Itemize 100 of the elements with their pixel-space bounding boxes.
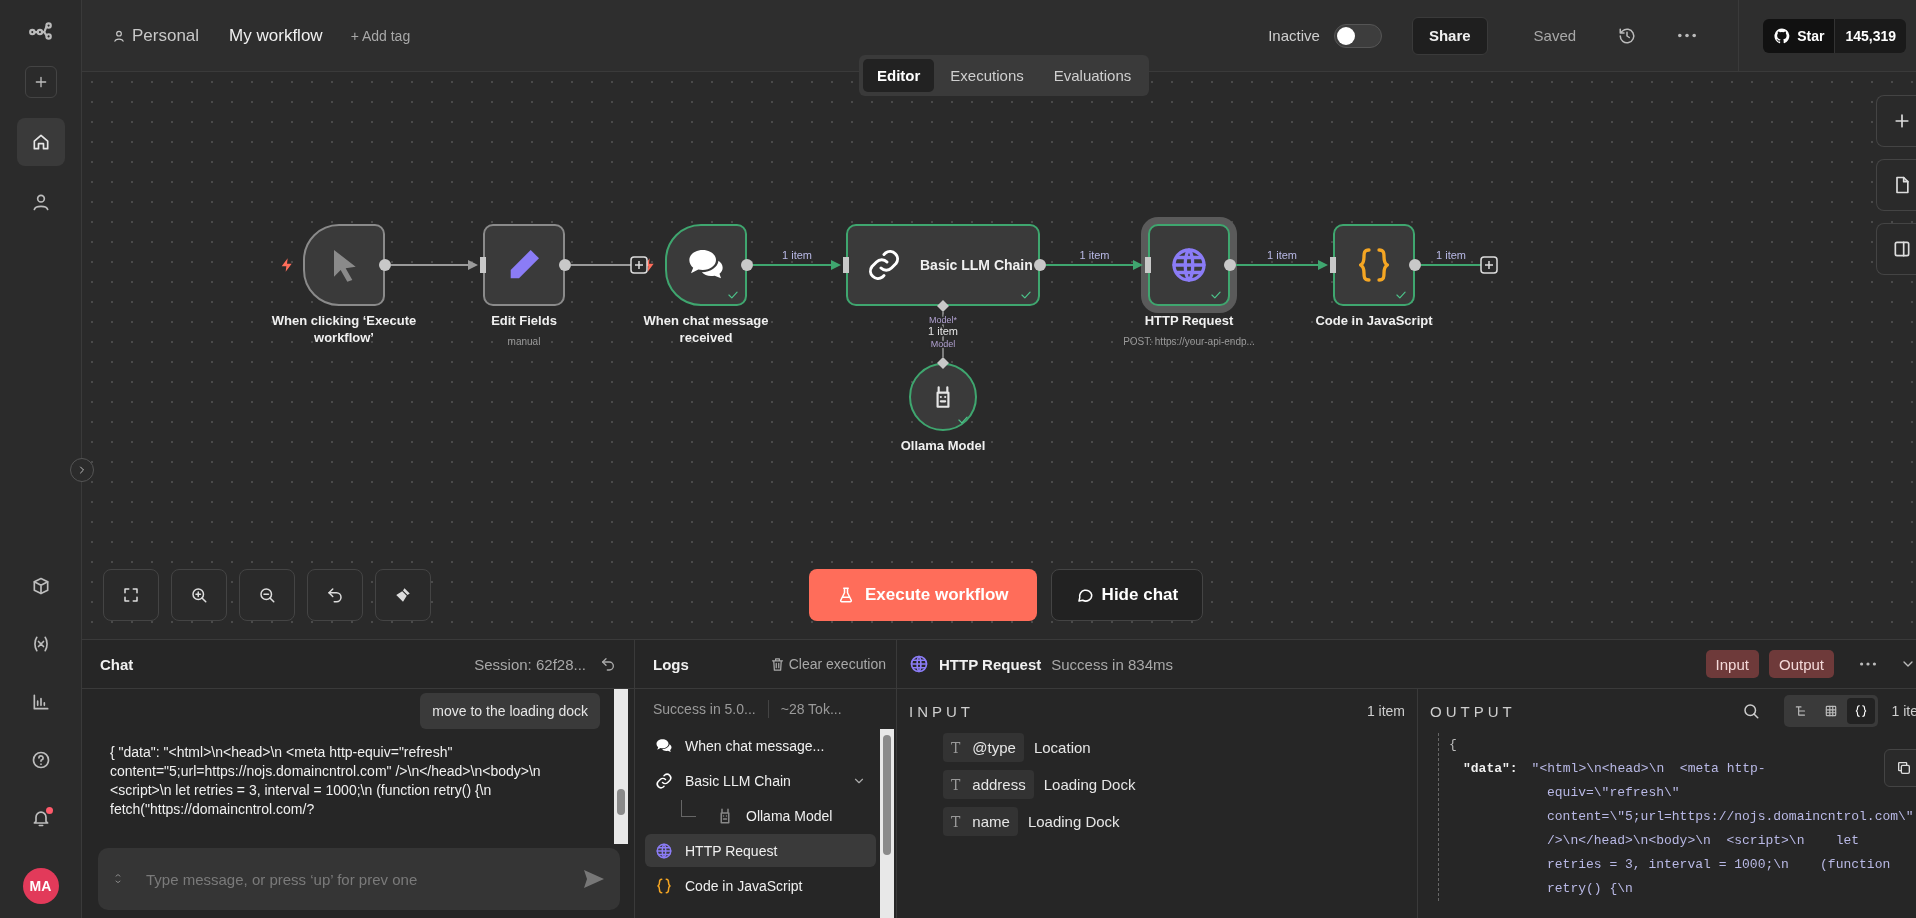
home-button[interactable] bbox=[16, 118, 65, 166]
edge-label: 1 item bbox=[1079, 249, 1110, 261]
workflow-name[interactable]: My workflow bbox=[229, 25, 323, 46]
connection-line bbox=[1420, 264, 1482, 266]
search-button[interactable] bbox=[1741, 702, 1760, 720]
output-port[interactable] bbox=[741, 259, 753, 271]
field-key[interactable]: T address bbox=[943, 770, 1034, 799]
sticky-note-button[interactable] bbox=[1876, 159, 1916, 211]
share-button[interactable]: Share bbox=[1411, 16, 1488, 55]
link-icon bbox=[866, 247, 902, 283]
session-id: Session: 62f28... bbox=[474, 655, 586, 673]
github-icon bbox=[1773, 26, 1792, 45]
view-tab[interactable]: Editor bbox=[863, 59, 935, 92]
field-value: Loading Dock bbox=[1043, 776, 1136, 793]
side-panel-button[interactable] bbox=[1876, 223, 1916, 275]
node-label: When clicking ‘Execute workflow’ bbox=[270, 313, 418, 347]
workflow-node[interactable] bbox=[1333, 224, 1415, 306]
node-title: Basic LLM Chain bbox=[920, 257, 1033, 273]
node-label: Edit Fields bbox=[490, 313, 558, 330]
input-port[interactable] bbox=[1330, 257, 1336, 273]
panel-title: Chat bbox=[100, 655, 134, 673]
search-icon bbox=[1741, 702, 1760, 720]
clear-execution-button[interactable]: Clear execution bbox=[769, 656, 886, 672]
scrollbar[interactable] bbox=[614, 689, 628, 844]
add-node-button[interactable] bbox=[1876, 95, 1916, 147]
star-count: 145,319 bbox=[1834, 18, 1906, 53]
section-heading: OUTPUT bbox=[1430, 702, 1516, 720]
json-value: retry() {\n bbox=[1546, 880, 1634, 898]
edge-label: Model bbox=[930, 339, 956, 349]
clear-button[interactable] bbox=[375, 569, 431, 621]
workflow-node[interactable] bbox=[665, 224, 747, 306]
hide-chat-button[interactable]: Hide chat bbox=[1050, 569, 1204, 621]
view-tab[interactable]: Evaluations bbox=[1039, 59, 1146, 92]
user-message: move to the loading dock bbox=[420, 693, 600, 729]
output-port[interactable] bbox=[1034, 259, 1046, 271]
braces-icon bbox=[655, 876, 673, 895]
mode-button[interactable]: Output bbox=[1768, 650, 1834, 678]
log-entry[interactable]: HTTP Request bbox=[645, 834, 876, 867]
output-port[interactable] bbox=[1409, 259, 1421, 271]
more-button[interactable] bbox=[1860, 662, 1876, 666]
undo-icon bbox=[326, 586, 344, 604]
json-value: content=\"5;url=https://nojs.domaincntrol.com\" bbox=[1546, 808, 1915, 826]
reset-session-button[interactable] bbox=[600, 656, 616, 672]
message-input[interactable]: Type message, or press ‘up’ for prev one bbox=[98, 848, 620, 910]
node-label: When chat message received bbox=[642, 313, 770, 347]
github-star-button[interactable]: Star bbox=[1763, 18, 1835, 53]
connection-line bbox=[570, 264, 632, 266]
workflow-node[interactable] bbox=[303, 224, 385, 306]
field-key[interactable]: T name bbox=[943, 807, 1018, 836]
link-icon bbox=[655, 771, 673, 790]
zoom-out-button[interactable] bbox=[239, 569, 295, 621]
fit-view-button[interactable] bbox=[103, 569, 159, 621]
status-label: Inactive bbox=[1268, 27, 1320, 44]
input-port[interactable] bbox=[843, 257, 849, 273]
zoom-in-button[interactable] bbox=[171, 569, 227, 621]
zoom-out-icon bbox=[258, 586, 276, 604]
output-port[interactable] bbox=[559, 259, 571, 271]
active-toggle[interactable] bbox=[1333, 23, 1382, 48]
workflow-node[interactable]: Basic LLM Chain bbox=[846, 224, 1040, 306]
save-status: Saved bbox=[1533, 27, 1577, 44]
workflow-node[interactable] bbox=[483, 224, 565, 306]
input-port[interactable] bbox=[480, 257, 486, 273]
edge-label: 1 item bbox=[1267, 249, 1297, 261]
edge-label: 1 item bbox=[928, 325, 958, 337]
send-button[interactable] bbox=[582, 867, 606, 891]
log-entry[interactable]: Ollama Model bbox=[645, 799, 876, 832]
node-label: HTTP Request bbox=[1143, 313, 1235, 330]
output-port[interactable] bbox=[379, 259, 391, 271]
scrollbar[interactable] bbox=[880, 729, 894, 918]
field-key[interactable]: T @type bbox=[943, 733, 1024, 762]
help-icon bbox=[30, 750, 51, 770]
edge-label: 1 item bbox=[782, 249, 812, 261]
log-entry[interactable]: Code in JavaScript bbox=[645, 869, 876, 902]
undo-button[interactable] bbox=[307, 569, 363, 621]
more-button[interactable] bbox=[1678, 33, 1697, 38]
item-count: 1 item bbox=[1366, 703, 1405, 719]
json-brace: { bbox=[1449, 736, 1458, 754]
chat-bubble-icon bbox=[1075, 586, 1094, 604]
field-value: Location bbox=[1033, 739, 1091, 756]
output-port[interactable] bbox=[1224, 259, 1236, 271]
model-port[interactable] bbox=[937, 357, 949, 369]
history-button[interactable] bbox=[1618, 26, 1637, 45]
bot-message: { "data": "<html>\n<head>\n <meta http-equiv="refresh" content="5;url=https://nojs.domaincntrol.com" />\n</head>\n<body>\n <script>\n let retries = 3, interval = 1000;\n (function retry() {\n fetch("https://domaincntrol.com/? bbox=[110, 743, 542, 819]
view-toggle[interactable] bbox=[1846, 698, 1875, 724]
log-entry[interactable]: When chat message... bbox=[645, 729, 876, 762]
edge-label: Model* bbox=[929, 315, 957, 325]
user-avatar[interactable]: MA bbox=[22, 868, 59, 904]
globe-icon bbox=[909, 654, 929, 674]
send-icon bbox=[582, 867, 606, 891]
add-tag-link[interactable]: + Add tag bbox=[350, 27, 411, 44]
more-icon bbox=[1860, 662, 1876, 666]
input-port[interactable] bbox=[1145, 257, 1151, 273]
view-tab[interactable]: Executions bbox=[936, 59, 1038, 92]
log-entry[interactable]: Basic LLM Chain bbox=[645, 764, 876, 797]
project-link[interactable]: Personal bbox=[112, 25, 200, 46]
mode-button[interactable]: Input bbox=[1705, 650, 1759, 678]
copy-button[interactable] bbox=[1884, 749, 1916, 787]
model-port[interactable] bbox=[937, 300, 949, 312]
node-subtitle: POST: https://your-api-endp... bbox=[1122, 335, 1256, 348]
json-value: />\n</head>\n<body>\n <script>\n let bbox=[1546, 832, 1861, 850]
